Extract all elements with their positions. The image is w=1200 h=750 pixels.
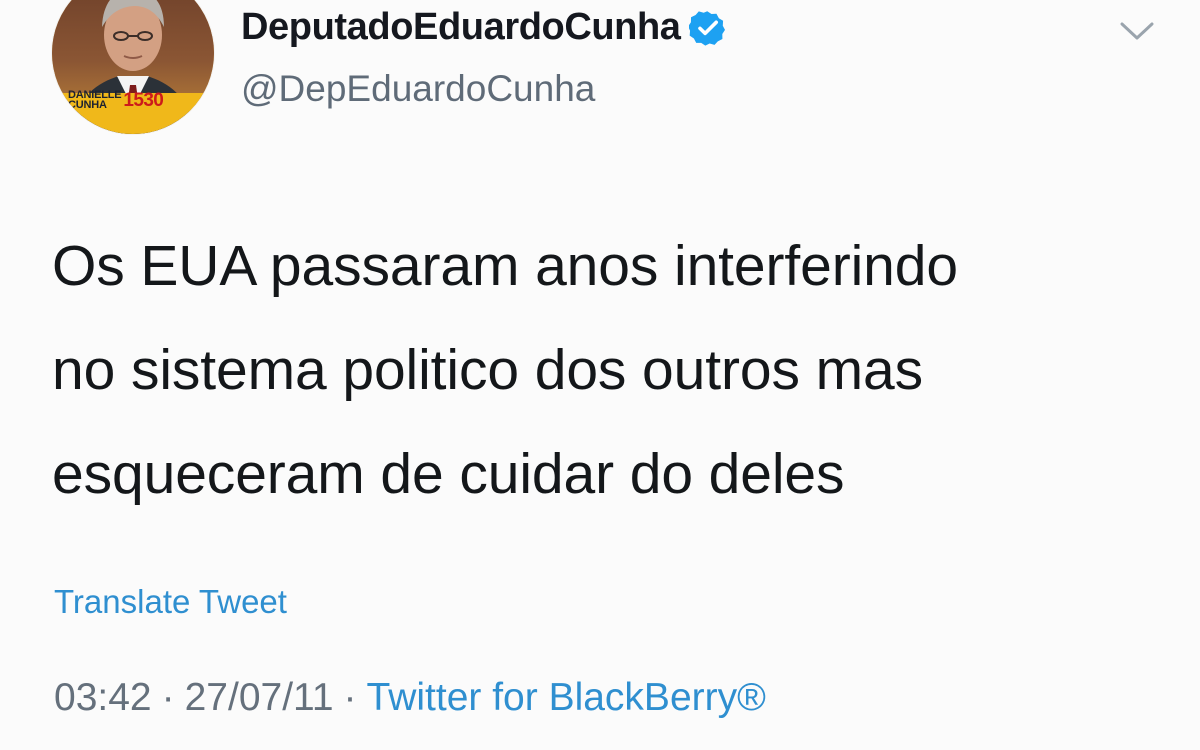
tweet-date[interactable]: 27/07/11: [185, 676, 334, 720]
author-name-row[interactable]: DeputadoEduardoCunha: [241, 6, 727, 49]
translate-tweet-link[interactable]: Translate Tweet: [54, 583, 287, 621]
author-handle[interactable]: @DepEduardoCunha: [241, 68, 595, 110]
campaign-name-line-2: CUNHA: [68, 99, 107, 111]
avatar[interactable]: DANIELLE CUNHA 1530: [52, 0, 214, 134]
chevron-down-icon: [1120, 22, 1154, 40]
tweet-text-line: no sistema politico dos outros mas: [52, 338, 923, 402]
metadata-separator: ·: [343, 676, 357, 719]
tweet-source-link[interactable]: Twitter for BlackBerry®: [367, 676, 766, 720]
tweet-time: 03:42: [54, 676, 152, 719]
tweet-text-line: Os EUA passaram anos interferindo: [52, 234, 958, 298]
tweet-text-line: esqueceram de cuidar do deles: [52, 442, 845, 506]
metadata-separator: ·: [161, 676, 175, 719]
verified-icon: [688, 9, 727, 47]
tweet-metadata: 03:42 · 27/07/11 · Twitter for BlackBerr…: [54, 676, 766, 720]
author-display-name[interactable]: DeputadoEduardoCunha: [241, 6, 681, 49]
tweet-text: Os EUA passaram anos interferindo no sis…: [52, 214, 1142, 526]
avatar-portrait: [52, 0, 214, 134]
tweet-options-button[interactable]: [1117, 14, 1157, 48]
campaign-number: 1530: [123, 89, 164, 111]
tweet-card: DANIELLE CUNHA 1530 DeputadoEduardoCunha…: [0, 0, 1200, 750]
avatar-campaign-badge: DANIELLE CUNHA 1530: [68, 89, 164, 111]
campaign-name: DANIELLE CUNHA: [68, 90, 122, 111]
